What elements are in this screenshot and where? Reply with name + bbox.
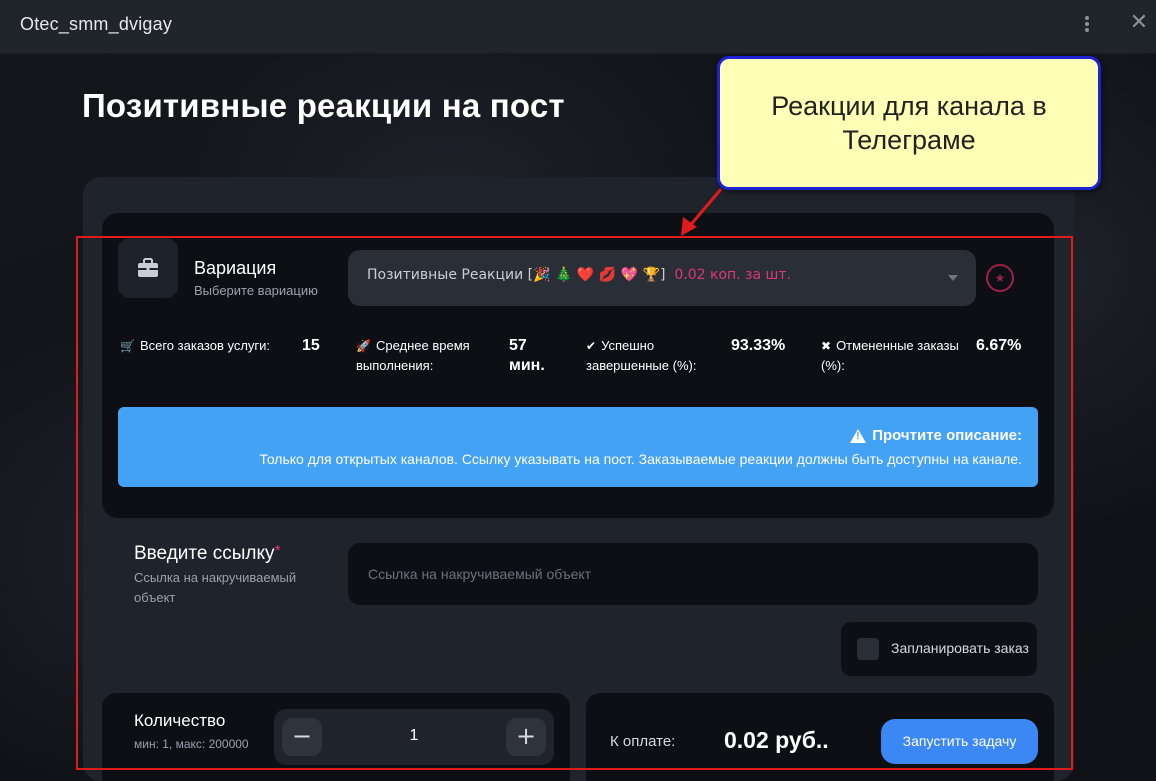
window-title: Otec_smm_dvigay (20, 14, 173, 34)
stat-label: Успешно завершенные (%): (586, 338, 697, 373)
variation-title: Вариация (194, 258, 277, 278)
more-options-icon[interactable] (1080, 14, 1094, 34)
stat-label: Отмененные заказы (%): (821, 338, 959, 373)
notice-title: Прочтите описание: (872, 427, 1022, 444)
stat-value: 6.67% (976, 337, 1022, 354)
variation-select-value: Позитивные Реакции [🎉 🎄 ❤️ 💋 💖 🏆] 0.02 к… (367, 267, 791, 283)
increment-button[interactable]: + (506, 718, 546, 756)
stat-value: 57 мин. (509, 337, 545, 374)
close-icon[interactable]: ✕ (1128, 12, 1150, 34)
quantity-limits: мин: 1, макс: 200000 (134, 737, 249, 751)
link-field-subtitle: Ссылка на накручиваемый объект (134, 570, 297, 605)
quantity-title: Количество (134, 711, 226, 730)
variation-select[interactable]: Позитивные Реакции [🎉 🎄 ❤️ 💋 💖 🏆] 0.02 к… (348, 250, 976, 306)
rocket-icon: 🚀 (356, 339, 371, 353)
link-input[interactable] (348, 543, 1038, 605)
stat-success-rate: ✔ Успешно завершенные (%): (586, 336, 716, 376)
callout-text: Реакции для канала в Телеграме (771, 91, 1047, 155)
quantity-stepper: − 1 + (274, 709, 554, 765)
link-field-title: Введите ссылку* (134, 543, 281, 565)
main-content: Позитивные реакции на пост Вариация Выбе… (0, 54, 1156, 781)
chevron-down-icon (948, 275, 958, 281)
schedule-label: Запланировать заказ (891, 640, 1029, 656)
annotation-callout: Реакции для канала в Телеграме (717, 56, 1101, 190)
star-icon[interactable]: ★ (986, 264, 1014, 292)
stat-label: Среднее время выполнения: (356, 338, 470, 373)
stat-value: 15 (302, 337, 320, 354)
payment-label: К оплате: (610, 733, 676, 750)
start-task-button[interactable]: Запустить задачу (881, 719, 1038, 764)
decrement-button[interactable]: − (282, 718, 322, 756)
variation-name: Позитивные Реакции [🎉 🎄 ❤️ 💋 💖 🏆] (367, 267, 666, 283)
stat-label: Всего заказов услуги: (139, 338, 271, 353)
link-title-text: Введите ссылку (134, 543, 275, 564)
briefcase-icon (118, 238, 178, 298)
required-mark: * (274, 543, 281, 560)
stat-cancelled: ✖ Отмененные заказы (%): (821, 336, 973, 376)
variation-price: 0.02 коп. за шт. (674, 267, 791, 283)
window-titlebar: Otec_smm_dvigay ✕ (0, 0, 1156, 54)
page-title: Позитивные реакции на пост (82, 87, 565, 124)
stat-total-orders: 🛒 Всего заказов услуги: (120, 336, 290, 356)
x-square-icon: ✖ (821, 339, 832, 353)
notice-header: Прочтите описание: (850, 427, 1022, 444)
variation-subtitle: Выберите вариацию (194, 283, 318, 298)
schedule-checkbox[interactable] (857, 638, 879, 660)
quantity-value[interactable]: 1 (334, 727, 494, 745)
notice-text: Только для открытых каналов. Ссылку указ… (259, 451, 1022, 467)
stat-value: 93.33% (731, 337, 786, 354)
warning-icon (850, 428, 867, 443)
check-circle-icon: ✔ (586, 339, 597, 353)
stat-avg-time: 🚀 Среднее время выполнения: (356, 336, 496, 376)
schedule-order-toggle[interactable]: Запланировать заказ (841, 622, 1037, 676)
payment-amount: 0.02 руб.. (724, 727, 829, 753)
description-notice: Прочтите описание: Только для открытых к… (118, 407, 1038, 487)
cart-icon: 🛒 (120, 339, 135, 353)
